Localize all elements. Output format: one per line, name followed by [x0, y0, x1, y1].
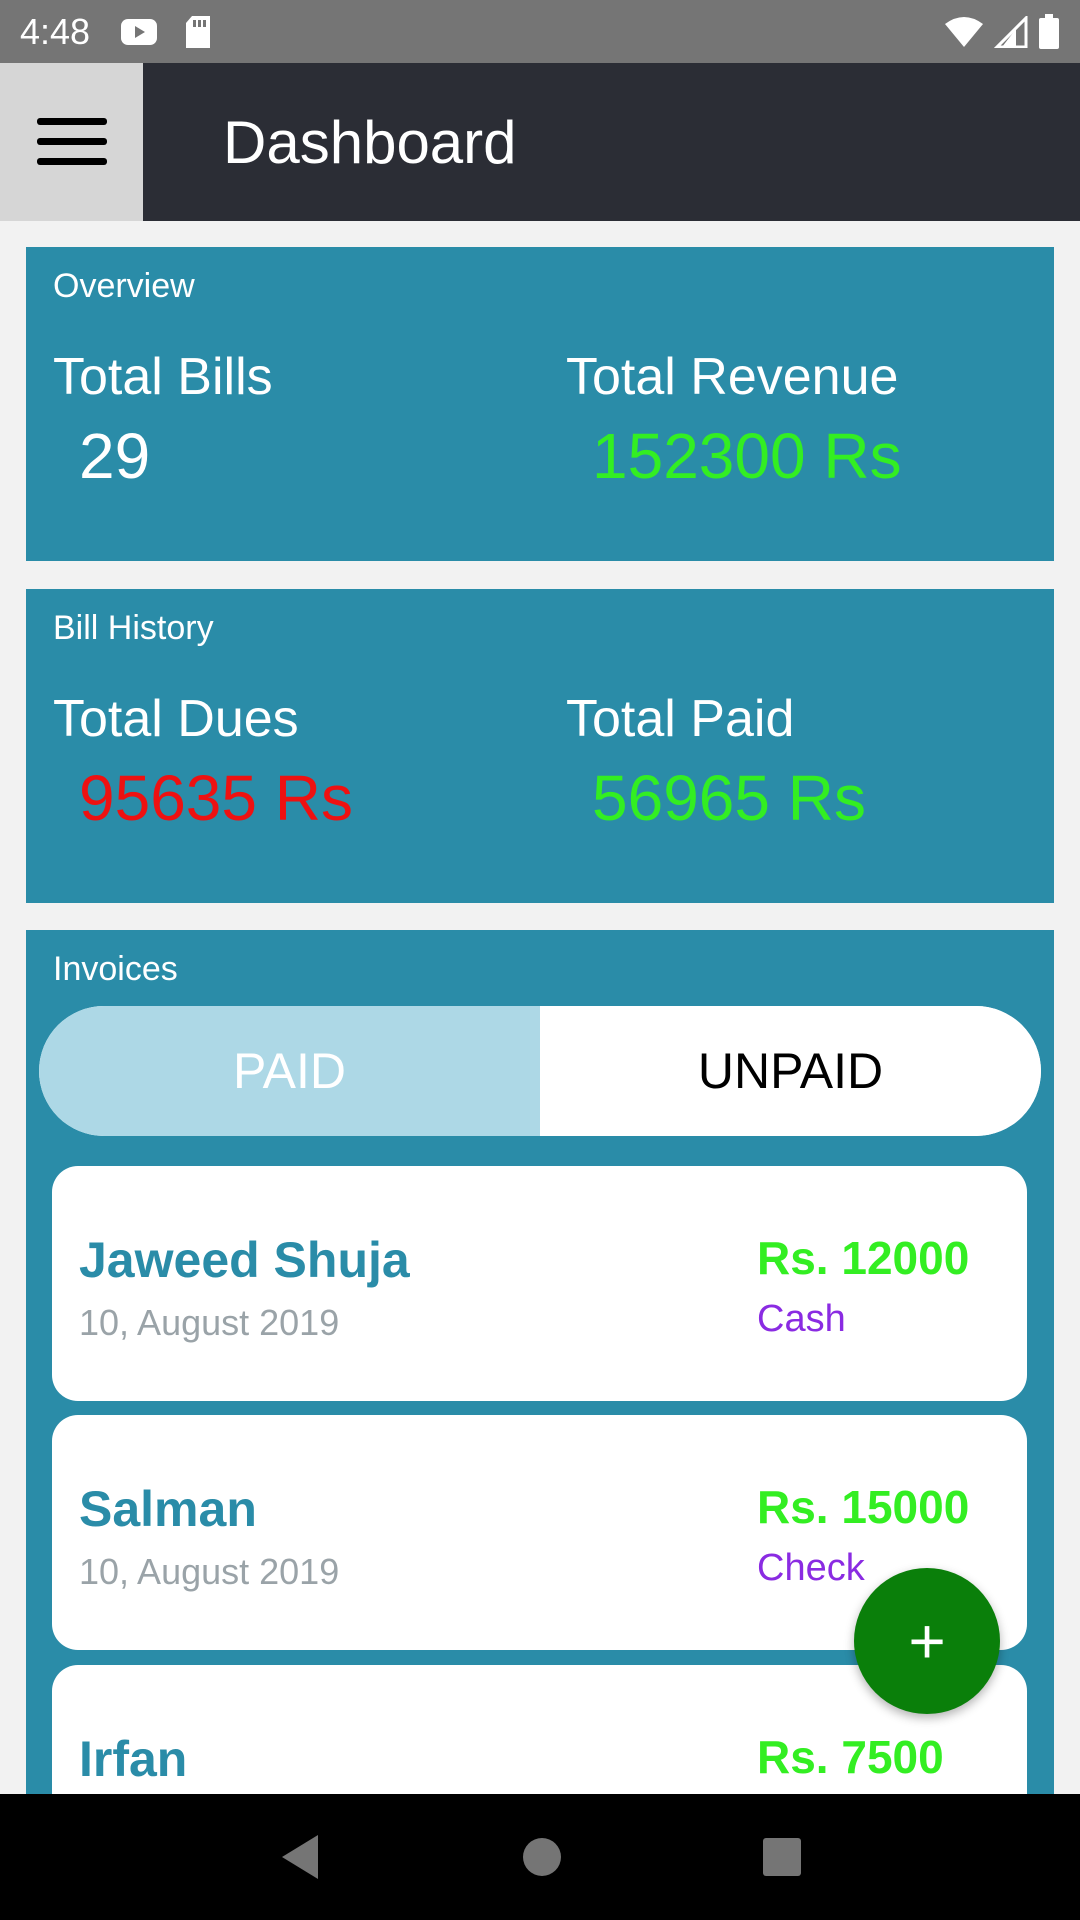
hamburger-icon [36, 118, 107, 165]
wifi-icon [945, 16, 983, 47]
invoice-status-toggle: PAID UNPAID [39, 1006, 1041, 1136]
invoice-customer-name: Irfan [79, 1731, 188, 1787]
total-revenue-value: 152300 Rs [592, 420, 902, 492]
signal-icon [994, 15, 1028, 48]
youtube-icon [121, 18, 158, 45]
invoice-customer-name: Jaweed Shuja [79, 1232, 410, 1288]
invoices-heading: Invoices [53, 950, 178, 988]
sd-card-icon [186, 15, 211, 48]
total-revenue-label: Total Revenue [566, 348, 899, 406]
total-dues-value: 95635 Rs [79, 762, 353, 834]
invoice-item[interactable]: Jaweed Shuja 10, August 2019 Rs. 12000 C… [52, 1166, 1027, 1401]
invoice-amount: Rs. 15000 [757, 1481, 970, 1533]
invoice-customer-name: Salman [79, 1481, 257, 1537]
invoice-date: 10, August 2019 [79, 1302, 340, 1343]
system-nav-bar [0, 1794, 1080, 1920]
battery-icon [1039, 13, 1059, 49]
total-bills-value: 29 [79, 420, 151, 492]
tab-paid[interactable]: PAID [39, 1006, 540, 1136]
status-time: 4:48 [20, 10, 91, 52]
invoice-payment-method: Cash [757, 1298, 846, 1340]
plus-icon: + [908, 1605, 946, 1677]
status-bar: 4:48 [0, 0, 1080, 63]
overview-card: Overview Total Bills 29 Total Revenue 15… [26, 247, 1054, 561]
invoice-amount: Rs. 7500 [757, 1731, 944, 1783]
overview-heading: Overview [53, 267, 195, 305]
back-icon[interactable] [278, 1833, 322, 1881]
home-icon[interactable] [522, 1837, 562, 1877]
total-paid-label: Total Paid [566, 690, 795, 748]
page-title: Dashboard [223, 108, 517, 176]
total-bills-label: Total Bills [53, 348, 273, 406]
invoice-date: 10, August 2019 [79, 1551, 340, 1592]
menu-button[interactable] [0, 63, 143, 221]
tab-unpaid[interactable]: UNPAID [540, 1006, 1041, 1136]
recents-icon[interactable] [762, 1837, 802, 1877]
dashboard-content[interactable]: Overview Total Bills 29 Total Revenue 15… [0, 221, 1080, 1794]
app-bar: Dashboard [0, 63, 1080, 221]
total-dues-label: Total Dues [53, 690, 299, 748]
total-paid-value: 56965 Rs [592, 762, 866, 834]
invoice-amount: Rs. 12000 [757, 1232, 970, 1284]
bill-history-card: Bill History Total Dues 95635 Rs Total P… [26, 589, 1054, 903]
add-invoice-button[interactable]: + [854, 1568, 1000, 1714]
bill-history-heading: Bill History [53, 609, 214, 647]
